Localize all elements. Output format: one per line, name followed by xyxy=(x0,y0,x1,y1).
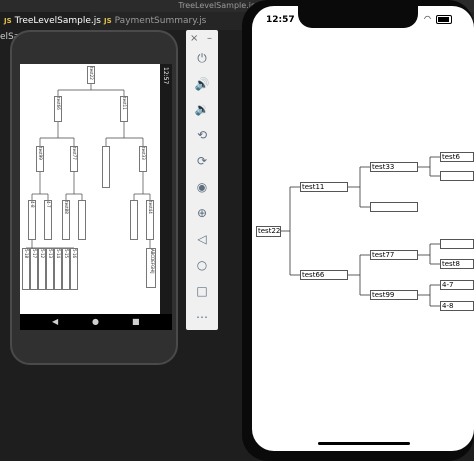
tree-node-test77: test77 xyxy=(370,250,418,260)
tree-node-test99: test99 xyxy=(370,290,418,300)
tree-node-4-8: 4-8 xyxy=(440,301,474,311)
home-indicator[interactable] xyxy=(318,442,410,445)
tree-node-test11: test11 xyxy=(300,182,348,192)
tree-node-test6: test6 xyxy=(440,152,474,162)
tree-node-empty xyxy=(370,202,418,212)
tree-node-test66: test66 xyxy=(300,270,348,280)
tree-node-empty xyxy=(440,239,474,249)
tree-node-empty xyxy=(440,171,474,181)
tree-node-test8: test8 xyxy=(440,259,474,269)
ios-tree-lines xyxy=(280,156,440,307)
tree-node-root: test22 xyxy=(256,226,281,237)
tree-node-4-7: 4-7 xyxy=(440,280,474,290)
tree-node-test33: test33 xyxy=(370,162,418,172)
